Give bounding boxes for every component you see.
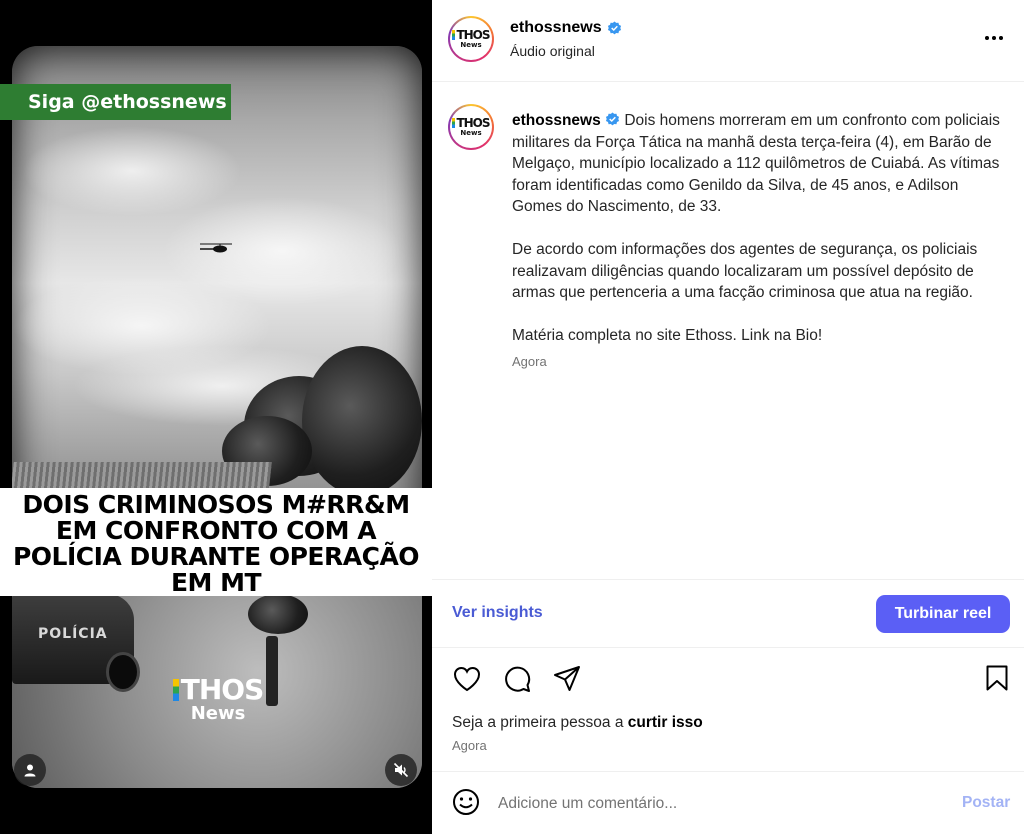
headline-line: POLÍCIA DURANTE OPERAÇÃO [12,542,420,571]
share-icon [554,666,580,691]
comment-icon [505,666,531,692]
police-car-text: POLÍCIA [38,626,108,642]
watermark-bottom: News [190,703,246,724]
follow-tag: Siga @ethossnews [0,84,231,120]
video-headline: DOIS CRIMINOSOS M#RR&M EM CONFRONTO COM … [0,488,432,596]
comment-input[interactable] [498,792,938,816]
post-timestamp: Agora [452,738,487,753]
headline-line: EM MT [170,568,262,597]
headline-line: DOIS CRIMINOSOS M#RR&M [22,490,410,519]
emoji-icon [453,789,479,815]
post-panel: THOS News ethossnews Áudio original THOS… [432,0,1024,834]
author-username[interactable]: ethossnews [510,19,602,37]
tagged-users-button[interactable] [14,754,46,786]
bookmark-icon [986,665,1008,691]
verified-badge-icon [607,20,621,34]
watermark-top: THOS [180,673,265,706]
caption-paragraph: De acordo com informações dos agentes de… [512,241,978,301]
post-comment-button[interactable]: Postar [962,794,1010,812]
avatar-top-text: THOS [456,115,490,130]
post-caption: ethossnews Dois homens morreram em um co… [512,110,1012,368]
likes-summary: Seja a primeira pessoa a curtir isso [452,714,703,732]
boost-reel-button[interactable]: Turbinar reel [876,595,1010,633]
caption-timestamp: Agora [512,354,547,369]
save-button[interactable] [984,664,1014,694]
user-icon [24,764,36,777]
comment-button[interactable] [502,664,532,694]
avatar-bottom-text: News [460,128,482,137]
helicopter-icon [200,243,232,253]
audio-link[interactable]: Áudio original [510,43,595,59]
emoji-button[interactable] [452,788,482,818]
divider [432,579,1024,580]
view-insights-link[interactable]: Ver insights [452,604,543,622]
divider [432,81,1024,82]
divider [432,647,1024,648]
avatar-bottom-text: News [460,40,482,49]
mute-button[interactable] [385,754,417,786]
caption-username[interactable]: ethossnews [512,112,601,129]
author-avatar[interactable]: THOS News [448,16,494,62]
avatar-top-text: THOS [456,27,490,42]
divider [432,771,1024,772]
more-options-button[interactable] [982,28,1006,48]
share-button[interactable] [552,664,582,694]
like-link[interactable]: curtir isso [628,714,703,731]
speaker-muted-icon [393,762,409,778]
more-horizontal-icon [985,36,1003,40]
caption-avatar[interactable]: THOS News [448,104,494,150]
heart-icon [453,666,481,692]
likes-prefix: Seja a primeira pessoa a [452,714,628,731]
caption-paragraph: Matéria completa no site Ethoss. Link na… [512,327,823,344]
like-button[interactable] [452,664,482,694]
action-bar [452,664,582,694]
ethos-news-watermark: THOS News [168,676,268,724]
reel-video[interactable]: POLÍCIA Siga @ethossnews DOIS CRIMINOSOS… [0,0,432,834]
verified-badge-icon [605,112,620,126]
headline-line: EM CONFRONTO COM A [55,516,377,545]
